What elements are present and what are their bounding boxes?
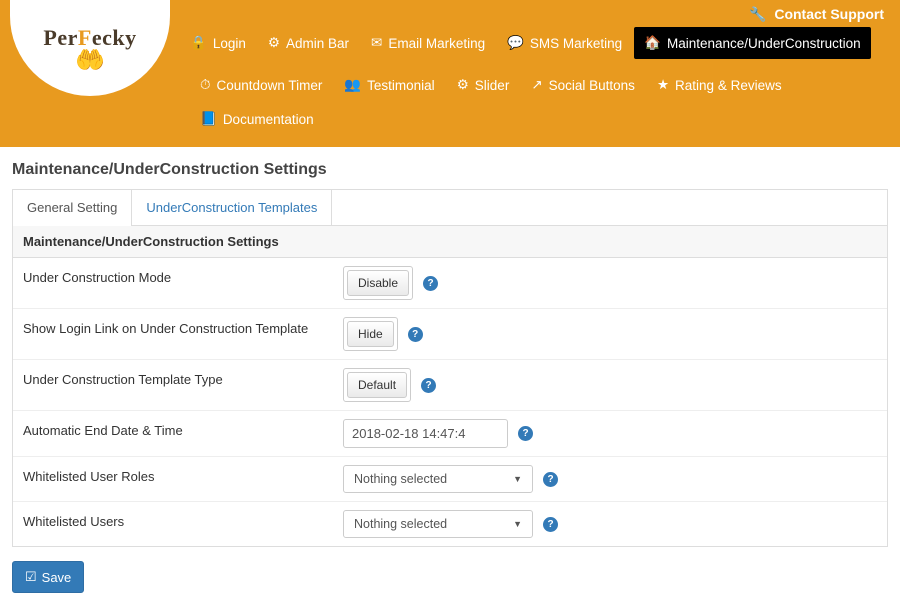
nav-label: Countdown Timer — [217, 78, 323, 93]
sms-icon: 💬 — [507, 35, 524, 51]
setting-value-cell: ? — [333, 411, 887, 456]
nav-item-documentation[interactable]: 📘 Documentation — [190, 103, 324, 135]
testimonial-icon: 👥 — [344, 77, 361, 93]
nav-item-sms-marketing[interactable]: 💬 SMS Marketing — [497, 27, 632, 59]
setting-label: Automatic End Date & Time — [13, 411, 333, 456]
setting-value-cell: Default? — [333, 360, 887, 410]
nav-item-social-buttons[interactable]: ↗ Social Buttons — [521, 69, 645, 101]
setting-value-cell: Nothing selected ▼? — [333, 457, 887, 501]
toggle-wrapper: Hide — [343, 317, 398, 351]
page-title: Maintenance/UnderConstruction Settings — [12, 161, 888, 179]
nav-label: Rating & Reviews — [675, 78, 782, 93]
chevron-down-icon: ▼ — [513, 519, 522, 529]
setting-row: Whitelisted Users Nothing selected ▼? — [13, 502, 887, 546]
setting-row: Automatic End Date & Time? — [13, 411, 887, 457]
nav-label: Admin Bar — [286, 36, 349, 51]
toggle-button[interactable]: Default — [347, 372, 407, 398]
social-icon: ↗ — [531, 77, 542, 93]
nav-item-countdown-timer[interactable]: ⏱ Countdown Timer — [190, 69, 332, 101]
help-icon[interactable]: ? — [543, 472, 558, 487]
nav-item-login[interactable]: 🔒 Login — [180, 27, 256, 59]
setting-row: Under Construction Template TypeDefault? — [13, 360, 887, 411]
nav-label: Slider — [475, 78, 510, 93]
datetime-input[interactable] — [343, 419, 508, 448]
select-dropdown[interactable]: Nothing selected ▼ — [343, 465, 533, 493]
toggle-wrapper: Disable — [343, 266, 413, 300]
select-dropdown[interactable]: Nothing selected ▼ — [343, 510, 533, 538]
help-icon[interactable]: ? — [421, 378, 436, 393]
settings-rows: Under Construction ModeDisable?Show Logi… — [13, 258, 887, 546]
nav-item-slider[interactable]: ⚙ Slider — [447, 69, 520, 101]
nav-label: Social Buttons — [549, 78, 635, 93]
help-icon[interactable]: ? — [423, 276, 438, 291]
nav-label: Testimonial — [367, 78, 435, 93]
setting-label: Show Login Link on Under Construction Te… — [13, 309, 333, 359]
toggle-button[interactable]: Disable — [347, 270, 409, 296]
save-button[interactable]: ☑ Save — [12, 561, 84, 593]
nav-label: Email Marketing — [388, 36, 485, 51]
maintenance-icon: 🏠 — [644, 35, 661, 51]
setting-label: Under Construction Mode — [13, 258, 333, 308]
setting-label: Under Construction Template Type — [13, 360, 333, 410]
setting-value-cell: Hide? — [333, 309, 887, 359]
logo-hand-icon: 🤲 — [43, 51, 136, 70]
setting-row: Show Login Link on Under Construction Te… — [13, 309, 887, 360]
settings-panel: Maintenance/UnderConstruction Settings U… — [12, 225, 888, 547]
nav-item-testimonial[interactable]: 👥 Testimonial — [334, 69, 444, 101]
nav-item-maintenance-underconstruction[interactable]: 🏠 Maintenance/UnderConstruction — [634, 27, 870, 59]
login-icon: 🔒 — [190, 35, 207, 51]
nav-item-email-marketing[interactable]: ✉ Email Marketing — [361, 27, 495, 59]
countdown-icon: ⏱ — [200, 77, 211, 93]
setting-row: Whitelisted User Roles Nothing selected ▼? — [13, 457, 887, 502]
save-label: Save — [42, 570, 72, 585]
logo[interactable]: PerFecky 🤲 — [43, 25, 136, 70]
help-icon[interactable]: ? — [518, 426, 533, 441]
setting-value-cell: Nothing selected ▼? — [333, 502, 887, 546]
documentation-icon: 📘 — [200, 111, 217, 127]
page-body: Maintenance/UnderConstruction Settings G… — [0, 147, 900, 613]
rating-icon: ★ — [657, 77, 669, 93]
select-value: Nothing selected — [354, 517, 447, 531]
contact-support-label: Contact Support — [774, 6, 884, 22]
tab-underconstruction-templates[interactable]: UnderConstruction Templates — [132, 190, 332, 225]
nav-label: Login — [213, 36, 246, 51]
tabs: General SettingUnderConstruction Templat… — [12, 189, 888, 225]
select-value: Nothing selected — [354, 472, 447, 486]
setting-value-cell: Disable? — [333, 258, 887, 308]
slider-icon: ⚙ — [457, 77, 469, 93]
nav-item-admin-bar[interactable]: ⚙ Admin Bar — [258, 27, 359, 59]
nav-label: SMS Marketing — [530, 36, 622, 51]
admin-icon: ⚙ — [268, 35, 280, 51]
setting-label: Whitelisted Users — [13, 502, 333, 546]
nav-item-rating-reviews[interactable]: ★ Rating & Reviews — [647, 69, 792, 101]
nav-label: Documentation — [223, 112, 314, 127]
email-icon: ✉ — [371, 35, 382, 51]
chevron-down-icon: ▼ — [513, 474, 522, 484]
setting-row: Under Construction ModeDisable? — [13, 258, 887, 309]
toggle-button[interactable]: Hide — [347, 321, 394, 347]
check-icon: ☑ — [25, 569, 37, 585]
help-icon[interactable]: ? — [543, 517, 558, 532]
wrench-icon: 🔧 — [749, 6, 766, 23]
help-icon[interactable]: ? — [408, 327, 423, 342]
nav-label: Maintenance/UnderConstruction — [667, 36, 861, 51]
toggle-wrapper: Default — [343, 368, 411, 402]
top-nav-bar: PerFecky 🤲 🔧 Contact Support 🔒 Login ⚙ Admi… — [0, 0, 900, 147]
setting-label: Whitelisted User Roles — [13, 457, 333, 501]
tab-general-setting[interactable]: General Setting — [13, 190, 132, 225]
panel-header: Maintenance/UnderConstruction Settings — [13, 226, 887, 258]
